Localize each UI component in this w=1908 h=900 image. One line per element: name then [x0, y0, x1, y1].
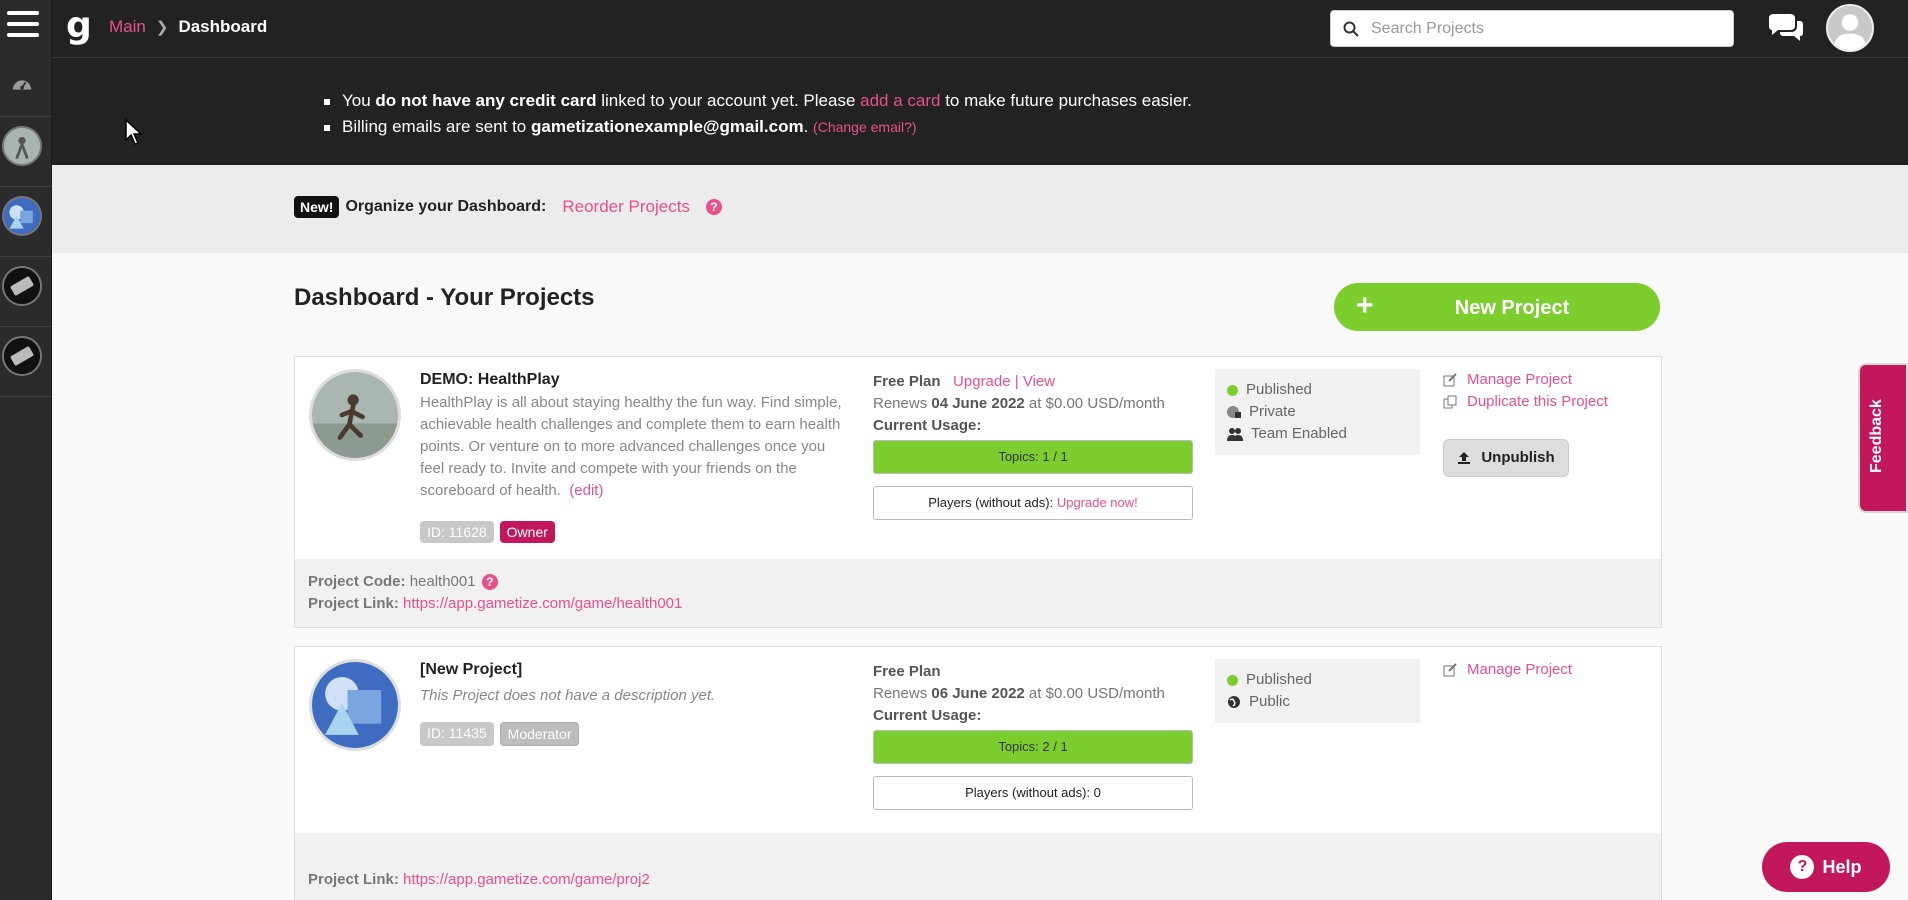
project-status: Published Public — [1215, 659, 1420, 723]
usage-label: Current Usage: — [873, 707, 982, 724]
view-plan-link[interactable]: View — [1023, 373, 1055, 390]
project-description: This Project does not have a description… — [420, 687, 716, 704]
gametize-logo[interactable]: g — [66, 6, 92, 46]
menu-icon[interactable] — [7, 11, 39, 43]
project-footer: Project Code: health001 ? Project Link: … — [295, 559, 1661, 627]
sidebar — [0, 0, 52, 900]
manage-project-link[interactable]: Manage Project — [1467, 369, 1572, 391]
duplicate-project-link[interactable]: Duplicate this Project — [1467, 391, 1608, 413]
plan-name: Free Plan — [873, 663, 941, 680]
new-badge: New! — [294, 196, 340, 218]
billing-email-notice: Billing emails are sent to gametizatione… — [324, 114, 1192, 140]
project-status: Published Private Team Enabled — [1215, 369, 1420, 455]
dashboard-icon[interactable] — [11, 74, 33, 96]
project-id-badge: ID: 11435 — [420, 722, 494, 746]
topics-usage-bar: Topics: 1 / 1 — [873, 440, 1193, 474]
renewal-info: Renews 06 June 2022 at $0.00 USD/month — [873, 685, 1165, 702]
renewal-info: Renews 04 June 2022 at $0.00 USD/month — [873, 395, 1165, 412]
players-usage-bar: Players (without ads): Upgrade now! — [873, 486, 1193, 520]
role-badge: Moderator — [499, 722, 580, 746]
published-dot-icon — [1227, 384, 1238, 396]
help-icon[interactable]: ? — [705, 199, 722, 215]
project-link[interactable]: https://app.gametize.com/game/proj2 — [403, 871, 650, 888]
page-title: Dashboard - Your Projects — [294, 284, 595, 311]
globe-icon — [1228, 696, 1240, 708]
published-dot-icon — [1227, 674, 1238, 686]
edit-icon — [1443, 373, 1457, 387]
manage-project-link[interactable]: Manage Project — [1467, 659, 1572, 681]
plan-info: Free Plan Upgrade | View Renews 04 June … — [873, 373, 1165, 434]
sidebar-project-new[interactable] — [2, 196, 42, 236]
project-actions: Manage Project — [1443, 659, 1572, 681]
lock-globe-icon — [1227, 406, 1241, 418]
help-icon[interactable]: ? — [481, 574, 498, 590]
chat-icon[interactable] — [1766, 12, 1806, 44]
new-project-button[interactable]: + New Project — [1334, 283, 1660, 331]
breadcrumb-main-link[interactable]: Main — [109, 17, 146, 37]
unpublish-button[interactable]: Unpublish — [1443, 439, 1569, 477]
copy-icon — [1443, 395, 1457, 409]
question-icon: ? — [1790, 855, 1815, 879]
project-description: HealthPlay is all about staying healthy … — [420, 394, 842, 499]
upgrade-now-link[interactable]: Upgrade now! — [1057, 495, 1138, 510]
upload-icon — [1458, 452, 1471, 464]
topics-usage-bar: Topics: 2 / 1 — [873, 730, 1193, 764]
search-box[interactable] — [1330, 10, 1734, 47]
sidebar-project-4[interactable] — [2, 336, 42, 376]
mouse-cursor-icon — [125, 118, 143, 145]
help-button[interactable]: ? Help — [1762, 842, 1890, 892]
reorder-projects-link[interactable]: Reorder Projects — [562, 197, 690, 217]
search-icon — [1343, 21, 1359, 37]
players-usage-bar: Players (without ads): 0 — [873, 776, 1193, 810]
usage-label: Current Usage: — [873, 417, 982, 434]
team-icon — [1227, 428, 1243, 441]
project-link[interactable]: https://app.gametize.com/game/health001 — [403, 595, 682, 612]
billing-notice: You do not have any credit card linked t… — [52, 58, 1908, 165]
billing-email: gametizationexample@gmail.com — [530, 117, 804, 136]
feedback-tab[interactable]: Feedback — [1858, 363, 1908, 513]
project-card-new: [New Project] This Project does not have… — [294, 646, 1662, 900]
project-name[interactable]: DEMO: HealthPlay — [420, 371, 560, 389]
search-input[interactable] — [1371, 19, 1731, 38]
plan-info: Free Plan Renews 06 June 2022 at $0.00 U… — [873, 661, 1165, 727]
project-id-badge: ID: 11628 — [420, 521, 494, 543]
plan-name: Free Plan — [873, 373, 941, 390]
project-name[interactable]: [New Project] — [420, 661, 522, 679]
usage-meters: Topics: 2 / 1 Players (without ads): 0 — [873, 730, 1193, 810]
chevron-right-icon: ❯ — [155, 19, 169, 36]
edit-icon — [1443, 663, 1457, 677]
user-avatar[interactable] — [1826, 4, 1874, 52]
project-code: health001 — [409, 573, 476, 590]
project-actions: Manage Project Duplicate this Project Un… — [1443, 369, 1608, 477]
organize-dashboard-strip: New! Organize your Dashboard: Reorder Pr… — [52, 165, 1908, 253]
sidebar-project-3[interactable] — [2, 266, 42, 306]
top-navigation-bar: g Main ❯ Dashboard — [52, 0, 1908, 58]
role-badge: Owner — [499, 521, 555, 543]
breadcrumb-current: Dashboard — [178, 17, 268, 36]
credit-card-notice: You do not have any credit card linked t… — [324, 88, 1192, 114]
edit-description-link[interactable]: (edit) — [569, 482, 603, 499]
project-footer: Project Link: https://app.gametize.com/g… — [295, 833, 1661, 900]
project-card-healthplay: DEMO: HealthPlay HealthPlay is all about… — [294, 356, 1662, 628]
usage-meters: Topics: 1 / 1 Players (without ads): Upg… — [873, 440, 1193, 520]
organize-label: Organize your Dashboard: — [345, 198, 547, 215]
project-thumbnail[interactable] — [309, 659, 401, 751]
project-thumbnail[interactable] — [309, 369, 401, 461]
sidebar-project-healthplay[interactable] — [2, 126, 42, 166]
breadcrumb: Main ❯ Dashboard — [109, 17, 267, 37]
upgrade-link[interactable]: Upgrade — [953, 373, 1011, 390]
project-badges: ID: 11628 Owner — [420, 521, 555, 543]
change-email-link[interactable]: (Change email?) — [813, 119, 917, 135]
add-card-link[interactable]: add a card — [860, 91, 940, 110]
project-badges: ID: 11435 Moderator — [420, 722, 580, 746]
